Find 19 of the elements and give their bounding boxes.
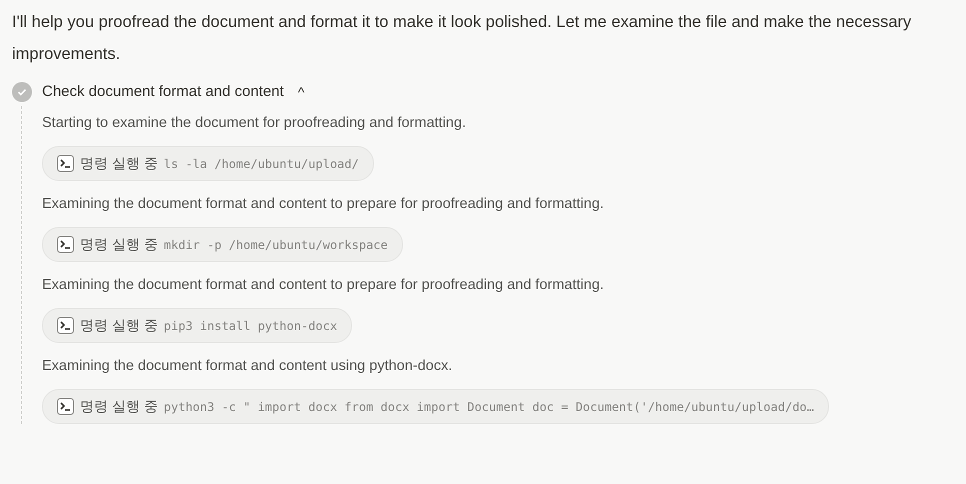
command-text: mkdir -p /home/ubuntu/workspace: [164, 236, 388, 254]
caret-button[interactable]: ^: [294, 82, 308, 102]
terminal-icon: [57, 398, 74, 415]
terminal-icon: [57, 317, 74, 334]
status-text: Examining the document format and content using python-docx.: [42, 357, 454, 376]
command-label: 명령 실행 중: [80, 235, 158, 254]
status-text: Examining the document format and content to prepare for proofreading and formatting.: [42, 195, 605, 214]
command-text: python3 -c " import docx from docx import Document doc = Document('/home/ubuntu/upload/do…: [164, 398, 814, 416]
status-text: Examining the document format and content to prepare for proofreading and formatting.: [42, 276, 605, 295]
command-text: ls -la /home/ubuntu/upload/: [164, 156, 359, 172]
terminal-icon: [57, 155, 74, 172]
command-label: 명령 실행 중: [80, 154, 158, 173]
message-text: I'll help you proofread the document and format it to make it look polished. Let me examine the file and make the necessary improvements.: [12, 12, 912, 65]
step-title: Check document format and content: [42, 82, 284, 102]
command-label: 명령 실행 중: [80, 397, 158, 416]
command-text: pip3 install python-docx: [164, 318, 338, 334]
terminal-icon: [57, 236, 74, 253]
status-text: Starting to examine the document for proofreading and formatting.: [42, 114, 467, 133]
command-label: 명령 실행 중: [80, 316, 158, 335]
